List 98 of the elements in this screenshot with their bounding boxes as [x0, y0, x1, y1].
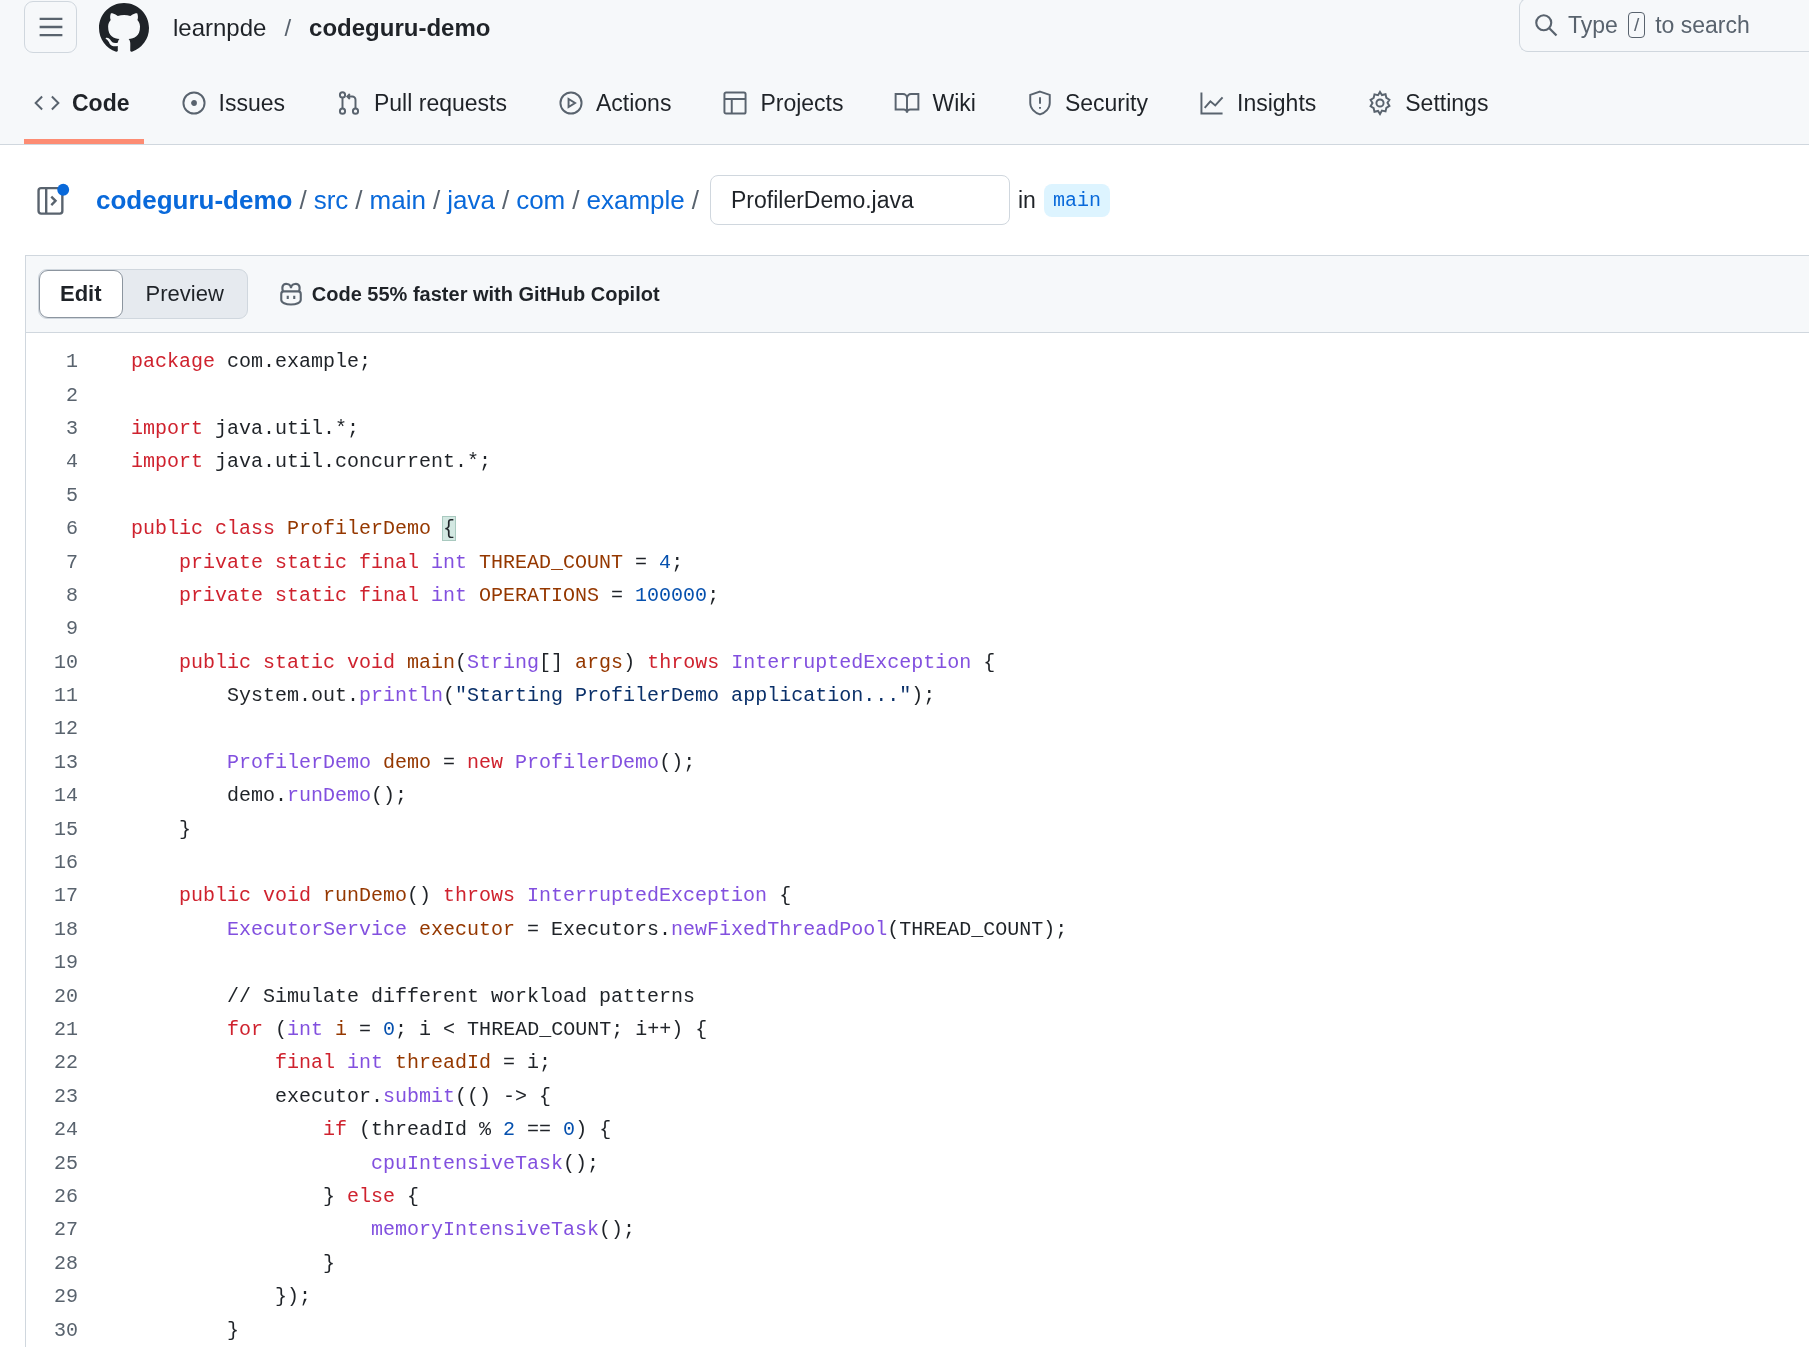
line-number: 23	[53, 1084, 78, 1108]
nav-tab[interactable]: Insights	[1189, 62, 1331, 144]
breadcrumb-link[interactable]: src	[313, 184, 349, 216]
copilot-promo[interactable]: Code 55% faster with GitHub Copilot	[311, 282, 660, 306]
octocat-logo[interactable]	[99, 3, 149, 53]
code-line: memoryIntensiveTask();	[370, 1218, 636, 1242]
code-line: }	[178, 817, 191, 841]
path-separator: /	[284, 14, 292, 42]
line-number: 3	[65, 416, 78, 440]
line-number: 7	[65, 550, 78, 574]
nav-tab[interactable]: Wiki	[884, 62, 990, 144]
line-number: 6	[65, 517, 78, 541]
line-number: 24	[53, 1118, 78, 1142]
breadcrumb-link[interactable]: com	[516, 184, 566, 216]
nav-tab[interactable]: Security	[1016, 62, 1162, 144]
code-line: public static void main(String[] args) throws InterruptedException {	[178, 650, 996, 674]
nav-tab[interactable]: Issues	[170, 62, 299, 144]
nav-tab[interactable]: Settings	[1357, 62, 1503, 144]
code-line: package com.example;	[131, 350, 372, 374]
filename-field[interactable]: ProfilerDemo.java	[710, 175, 1010, 225]
sidebar-toggle-icon[interactable]	[36, 183, 70, 217]
path-separator: /	[501, 184, 510, 216]
mode-tab[interactable]: Preview	[122, 270, 247, 318]
line-number: 29	[53, 1285, 78, 1309]
breadcrumb-link[interactable]: main	[369, 184, 426, 216]
line-number: 20	[53, 984, 78, 1008]
shield-icon	[1026, 90, 1053, 116]
code-line: for (int i = 0; i < THREAD_COUNT; i++) {	[226, 1018, 708, 1041]
line-number: 8	[65, 583, 78, 607]
line-number: 17	[53, 884, 78, 908]
line-number: 18	[53, 917, 78, 941]
line-number: 19	[53, 951, 78, 975]
branch-name[interactable]: main	[1043, 183, 1110, 217]
code-line: System.out.println("Starting ProfilerDemo application...");	[226, 684, 936, 708]
nav-tab[interactable]: Projects	[712, 62, 858, 144]
line-number: 9	[65, 617, 78, 641]
path-separator: /	[432, 184, 441, 216]
code-line: });	[274, 1285, 312, 1309]
search-icon	[1534, 13, 1558, 37]
code-line: import java.util.*;	[131, 416, 360, 440]
play-icon	[557, 90, 584, 116]
line-number: 13	[53, 750, 78, 774]
graph-icon	[1199, 90, 1225, 116]
line-number: 2	[65, 383, 78, 407]
breadcrumb-link[interactable]: example	[586, 184, 685, 216]
in-label: in	[1018, 186, 1036, 214]
line-number: 25	[53, 1151, 78, 1175]
code-line: private static final int OPERATIONS = 100000;	[178, 583, 720, 607]
copilot-icon	[277, 281, 304, 307]
repo-link[interactable]: codeguru-demo	[309, 14, 491, 42]
code-line: }	[322, 1251, 336, 1275]
code-line: import java.util.concurrent.*;	[131, 450, 492, 474]
code-line: demo.runDemo();	[226, 784, 408, 808]
menu-button[interactable]	[24, 1, 77, 53]
code-line: public class ProfilerDemo {	[131, 517, 456, 541]
line-number: 11	[53, 684, 78, 708]
code-line: private static final int THREAD_COUNT = 4;	[178, 550, 684, 574]
breadcrumb-link[interactable]: java	[447, 184, 495, 216]
line-number: 30	[53, 1318, 78, 1342]
line-number: 16	[53, 851, 78, 875]
line-number: 14	[53, 784, 78, 808]
mode-tab[interactable]: Edit	[39, 270, 123, 318]
book-icon	[894, 90, 921, 116]
code-line: } else {	[322, 1184, 420, 1208]
path-separator: /	[355, 184, 363, 216]
line-number: 22	[53, 1051, 78, 1075]
code-line: ExecutorService executor = Executors.newFixedThreadPool(THREAD_COUNT);	[226, 917, 1068, 941]
code-line: if (threadId % 2 == 0) {	[322, 1118, 612, 1142]
code-line: }	[226, 1318, 240, 1342]
line-number: 21	[53, 1018, 78, 1041]
breadcrumb-link[interactable]: codeguru-demo	[96, 184, 293, 216]
line-number: 1	[65, 350, 78, 374]
code-line: public void runDemo() throws InterruptedException {	[178, 884, 792, 908]
code-line: cpuIntensiveTask();	[370, 1151, 600, 1175]
line-number: 28	[53, 1251, 78, 1275]
line-number: 5	[65, 483, 78, 507]
path-separator: /	[299, 184, 307, 216]
code-line: // Simulate different workload patterns	[226, 984, 696, 1008]
line-number: 27	[53, 1218, 78, 1242]
nav-tab[interactable]: Actions	[547, 62, 686, 144]
path-separator: /	[572, 184, 580, 216]
line-number: 10	[53, 650, 78, 674]
code-line: ProfilerDemo demo = new ProfilerDemo();	[226, 750, 696, 774]
code-line: executor.submit(() -> {	[274, 1084, 552, 1108]
search-field[interactable]: Type / to search	[1519, 0, 1809, 52]
line-number: 26	[53, 1184, 78, 1208]
path-separator: /	[691, 184, 699, 216]
code-line: final int threadId = i;	[274, 1051, 552, 1075]
nav-tab[interactable]: Pull requests	[326, 62, 521, 144]
table-icon	[722, 90, 749, 116]
line-number: 12	[53, 717, 78, 741]
owner-link[interactable]: learnpde	[173, 14, 267, 42]
line-number: 4	[65, 450, 78, 474]
pull-request-icon	[336, 90, 362, 116]
issue-icon	[180, 90, 207, 116]
nav-tab[interactable]: Code	[24, 62, 144, 144]
line-number: 15	[53, 817, 78, 841]
settings-icon	[1367, 90, 1394, 116]
